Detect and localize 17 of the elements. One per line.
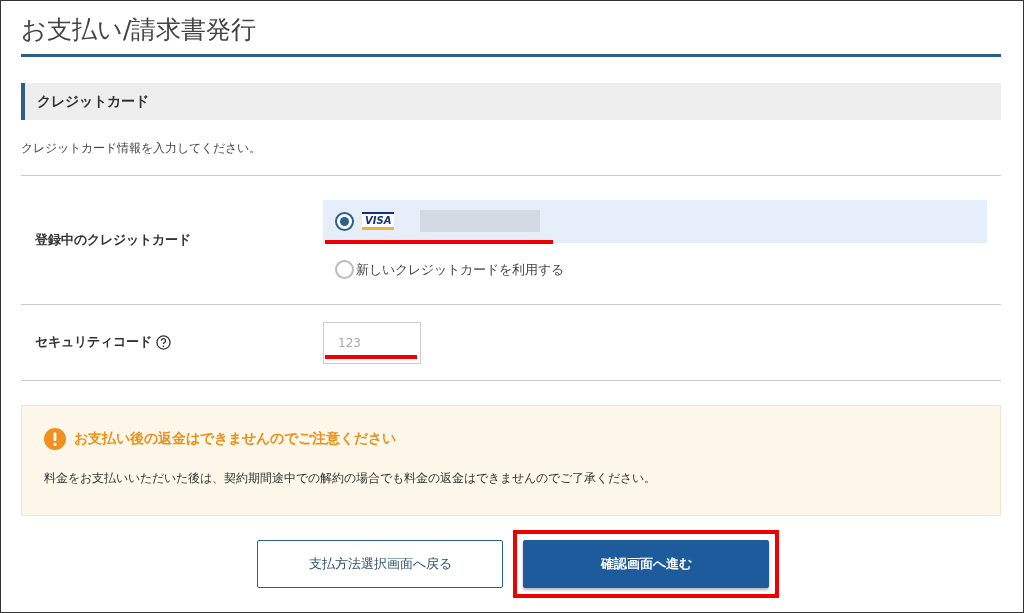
back-button[interactable]: 支払方法選択画面へ戻る (257, 540, 503, 588)
page-title: お支払い/請求書発行 (21, 9, 1001, 57)
next-button[interactable]: 確認画面へ進む (523, 540, 769, 588)
saved-card-option[interactable]: VISA (323, 199, 987, 243)
card-brand-logo: VISA (362, 212, 395, 230)
warning-icon (44, 428, 66, 450)
notice-text: 料金をお支払いいただいた後は、契約期間途中での解約の場合でも料金の返金はできませんのでご了承ください。 (44, 470, 657, 487)
section-heading: クレジットカード (21, 83, 1001, 120)
security-code-label: セキュリティコード (35, 334, 152, 351)
option-label[interactable]: 新しいクレジットカードを利用する (356, 260, 564, 279)
radio-button[interactable] (335, 260, 354, 279)
instruction-text: クレジットカード情報を入力してください。 (21, 120, 1001, 176)
notice-title: お支払い後の返金はできませんのでご注意ください (74, 430, 396, 448)
security-code-field[interactable]: 123 (323, 321, 421, 364)
help-icon[interactable] (156, 335, 171, 350)
radio-button[interactable] (335, 211, 354, 231)
field-label: 登録中のクレジットカード (34, 231, 192, 249)
